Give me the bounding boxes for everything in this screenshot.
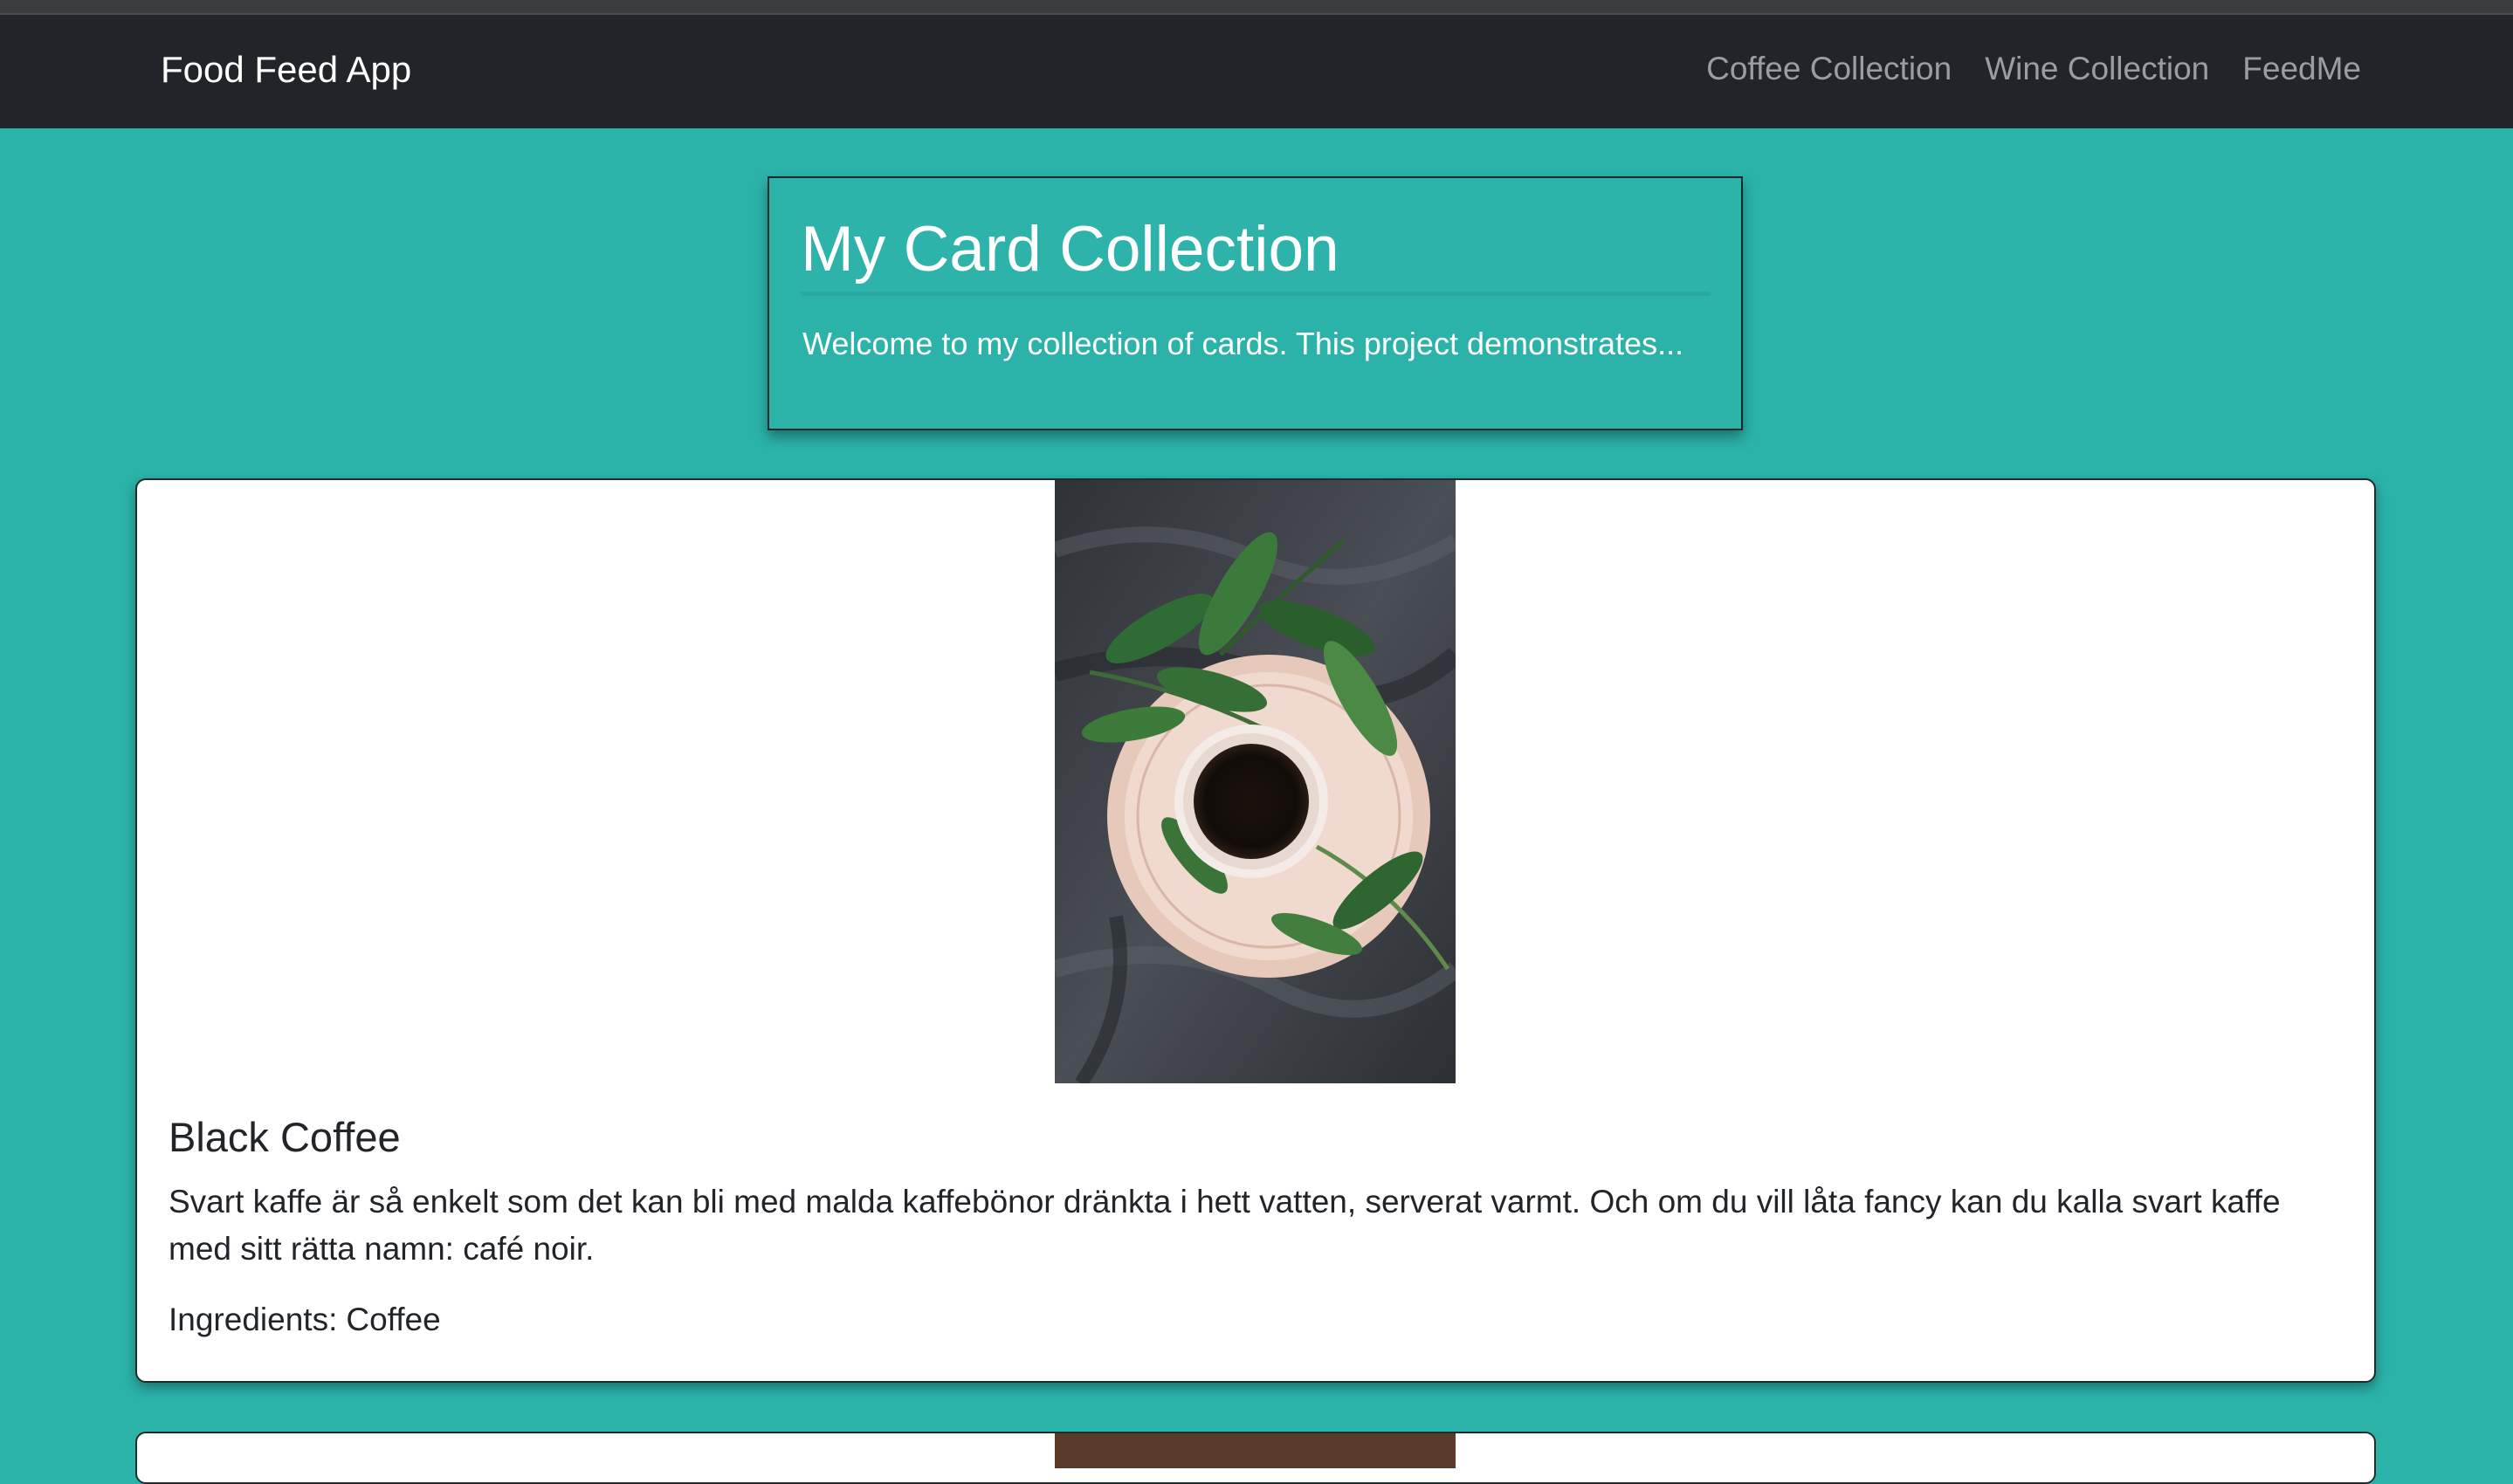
window-top-strip xyxy=(0,0,2513,15)
card-ingredients: Ingredients: Coffee xyxy=(169,1301,441,1339)
page-title: My Card Collection xyxy=(801,214,1339,285)
nav-links: Coffee Collection Wine Collection FeedMe xyxy=(1706,50,2361,88)
ingredients-value: Coffee xyxy=(346,1302,441,1337)
coffee-cup-image xyxy=(1055,480,1456,1083)
nav-link-feedme[interactable]: FeedMe xyxy=(2242,50,2361,88)
card-title: Black Coffee xyxy=(169,1114,401,1160)
food-card: Black Coffee Svart kaffe är så enkelt so… xyxy=(135,478,2376,1383)
card-image xyxy=(1055,1433,1456,1468)
collection-header-card: My Card Collection Welcome to my collect… xyxy=(768,176,1743,430)
nav-link-wine-collection[interactable]: Wine Collection xyxy=(1985,50,2209,88)
food-card xyxy=(135,1432,2376,1484)
page-subtitle: Welcome to my collection of cards. This … xyxy=(802,326,1684,361)
card-description: Svart kaffe är så enkelt som det kan bli… xyxy=(169,1184,2281,1267)
navbar: Food Feed App Coffee Collection Wine Col… xyxy=(0,15,2513,128)
nav-link-coffee-collection[interactable]: Coffee Collection xyxy=(1706,50,1952,88)
ingredients-label: Ingredients: xyxy=(169,1302,338,1337)
brand-link[interactable]: Food Feed App xyxy=(161,48,411,92)
header-title-wrap: My Card Collection xyxy=(801,213,1711,292)
